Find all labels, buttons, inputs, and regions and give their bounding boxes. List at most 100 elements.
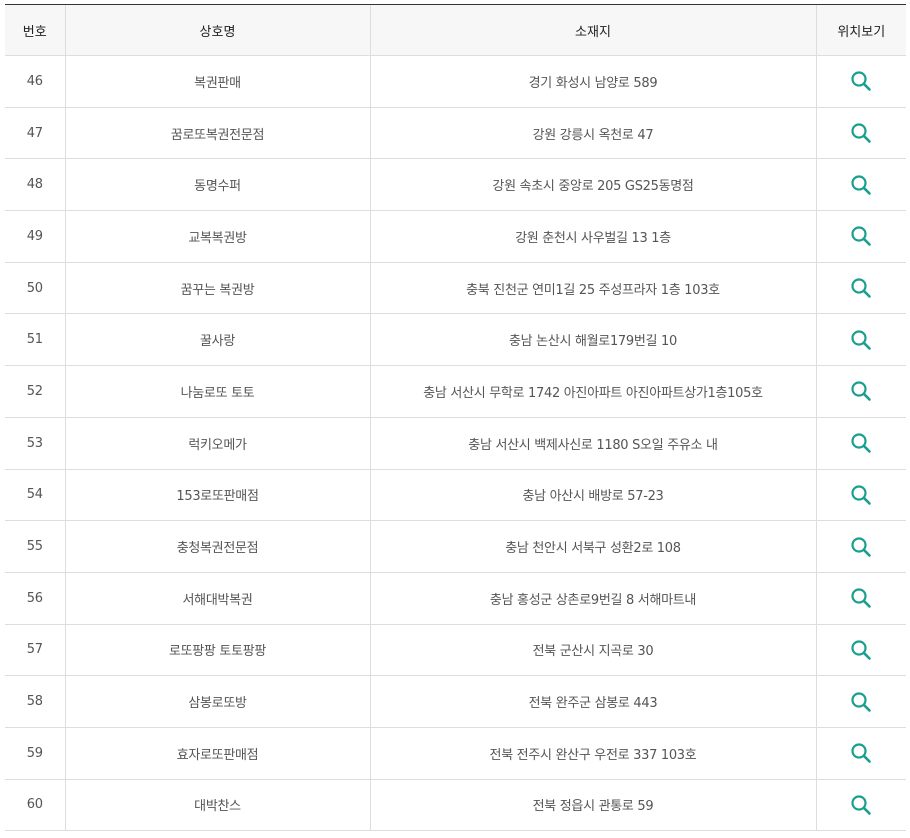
row-store-name: 동명수퍼 — [64, 158, 370, 212]
row-address: 강원 강릉시 옥천로 47 — [369, 107, 816, 160]
view-location-button[interactable] — [849, 431, 873, 455]
row-store-name: 로또팡팡 토토팡팡 — [64, 624, 370, 677]
row-store-name: 교복복권방 — [64, 210, 370, 263]
table-row: 50 꿈꾸는 복권방 충북 진천군 연미1길 25 주성프라자 1층 103호 — [5, 262, 906, 315]
view-location-button[interactable] — [849, 379, 873, 403]
row-number: 57 — [5, 624, 65, 677]
row-location-cell — [815, 417, 906, 470]
row-number: 48 — [5, 158, 65, 212]
row-location-cell — [815, 779, 906, 832]
row-address: 충남 홍성군 상촌로9번길 8 서해마트내 — [369, 572, 816, 625]
view-location-button[interactable] — [849, 224, 873, 248]
row-number: 52 — [5, 365, 65, 418]
search-icon — [851, 691, 872, 712]
column-header-number: 번호 — [5, 4, 65, 56]
table-row: 51 꿀사랑 충남 논산시 해월로179번길 10 — [5, 313, 906, 367]
column-header-name: 상호명 — [64, 4, 370, 56]
row-location-cell — [815, 262, 906, 315]
row-number: 53 — [5, 417, 65, 470]
search-icon — [851, 71, 872, 92]
row-location-cell — [815, 727, 906, 780]
table-row: 56 서해대박복권 충남 홍성군 상촌로9번길 8 서해마트내 — [5, 572, 906, 625]
view-location-button[interactable] — [849, 69, 873, 93]
row-location-cell — [815, 55, 906, 108]
row-address: 전북 전주시 완산구 우전로 337 103호 — [369, 727, 816, 780]
table-row: 60 대박찬스 전북 정읍시 관통로 59 — [5, 779, 906, 832]
view-location-button[interactable] — [849, 121, 873, 145]
row-store-name: 나눔로또 토토 — [64, 365, 370, 418]
row-number: 55 — [5, 520, 65, 573]
store-list-table: 번호 상호명 소재지 위치보기 46 복권판매 경기 화성시 남양로 589 4… — [5, 4, 906, 832]
row-address: 충남 천안시 서북구 성환2로 108 — [369, 520, 816, 573]
view-location-button[interactable] — [849, 328, 873, 352]
row-address: 충남 논산시 해월로179번길 10 — [369, 313, 816, 367]
row-location-cell — [815, 107, 906, 160]
row-number: 54 — [5, 469, 65, 522]
search-icon — [851, 640, 872, 660]
row-number: 56 — [5, 572, 65, 625]
search-icon — [851, 795, 872, 815]
row-store-name: 복권판매 — [64, 55, 370, 108]
view-location-button[interactable] — [849, 638, 873, 662]
row-location-cell — [815, 520, 906, 573]
table-row: 48 동명수퍼 강원 속초시 중앙로 205 GS25동명점 — [5, 158, 906, 212]
view-location-button[interactable] — [849, 793, 873, 817]
search-icon — [851, 123, 872, 143]
row-location-cell — [815, 365, 906, 418]
row-store-name: 꿈꾸는 복권방 — [64, 262, 370, 315]
row-address: 전북 완주군 삼봉로 443 — [369, 675, 816, 728]
table-row: 55 충청복권전문점 충남 천안시 서북구 성환2로 108 — [5, 520, 906, 573]
store-list-container: 번호 상호명 소재지 위치보기 46 복권판매 경기 화성시 남양로 589 4… — [5, 4, 906, 832]
column-header-address: 소재지 — [369, 4, 816, 56]
view-location-button[interactable] — [849, 535, 873, 559]
row-store-name: 효자로또판매점 — [64, 727, 370, 780]
row-location-cell — [815, 313, 906, 367]
row-store-name: 서해대박복권 — [64, 572, 370, 625]
row-number: 50 — [5, 262, 65, 315]
view-location-button[interactable] — [849, 741, 873, 765]
row-address: 경기 화성시 남양로 589 — [369, 55, 816, 108]
search-icon — [851, 536, 872, 557]
table-row: 53 럭키오메가 충남 서산시 백제사신로 1180 S오일 주유소 내 — [5, 417, 906, 470]
table-row: 54 153로또판매점 충남 아산시 배방로 57-23 — [5, 469, 906, 522]
row-store-name: 럭키오메가 — [64, 417, 370, 470]
table-row: 58 삼봉로또방 전북 완주군 삼봉로 443 — [5, 675, 906, 728]
view-location-button[interactable] — [849, 276, 873, 300]
table-header: 번호 상호명 소재지 위치보기 — [5, 4, 906, 56]
row-store-name: 꿀사랑 — [64, 313, 370, 367]
row-store-name: 대박찬스 — [64, 779, 370, 832]
row-number: 59 — [5, 727, 65, 780]
view-location-button[interactable] — [849, 483, 873, 507]
row-address: 강원 속초시 중앙로 205 GS25동명점 — [369, 158, 816, 212]
table-row: 49 교복복권방 강원 춘천시 사우벌길 13 1층 — [5, 210, 906, 263]
row-address: 전북 군산시 지곡로 30 — [369, 624, 816, 677]
row-number: 47 — [5, 107, 65, 160]
table-row: 46 복권판매 경기 화성시 남양로 589 — [5, 55, 906, 108]
row-address: 충남 서산시 백제사신로 1180 S오일 주유소 내 — [369, 417, 816, 470]
row-location-cell — [815, 210, 906, 263]
search-icon — [851, 433, 872, 453]
row-store-name: 153로또판매점 — [64, 469, 370, 522]
row-location-cell — [815, 158, 906, 212]
row-address: 충남 서산시 무학로 1742 아진아파트 아진아파트상가1층105호 — [369, 365, 816, 418]
header-row: 번호 상호명 소재지 위치보기 — [5, 4, 906, 56]
table-row: 47 꿈로또복권전문점 강원 강릉시 옥천로 47 — [5, 107, 906, 160]
search-icon — [851, 175, 872, 195]
view-location-button[interactable] — [849, 586, 873, 610]
view-location-button[interactable] — [849, 173, 873, 197]
row-location-cell — [815, 624, 906, 677]
row-number: 46 — [5, 55, 65, 108]
search-icon — [851, 226, 872, 247]
row-store-name: 꿈로또복권전문점 — [64, 107, 370, 160]
view-location-button[interactable] — [849, 690, 873, 714]
search-icon — [851, 381, 872, 402]
row-number: 49 — [5, 210, 65, 263]
search-icon — [851, 588, 872, 609]
table-row: 57 로또팡팡 토토팡팡 전북 군산시 지곡로 30 — [5, 624, 906, 677]
table-body: 46 복권판매 경기 화성시 남양로 589 47 꿈로또복권전문점 강원 강릉… — [5, 55, 906, 832]
row-number: 51 — [5, 313, 65, 367]
row-location-cell — [815, 469, 906, 522]
row-store-name: 충청복권전문점 — [64, 520, 370, 573]
search-icon — [851, 330, 872, 350]
search-icon — [851, 485, 872, 505]
